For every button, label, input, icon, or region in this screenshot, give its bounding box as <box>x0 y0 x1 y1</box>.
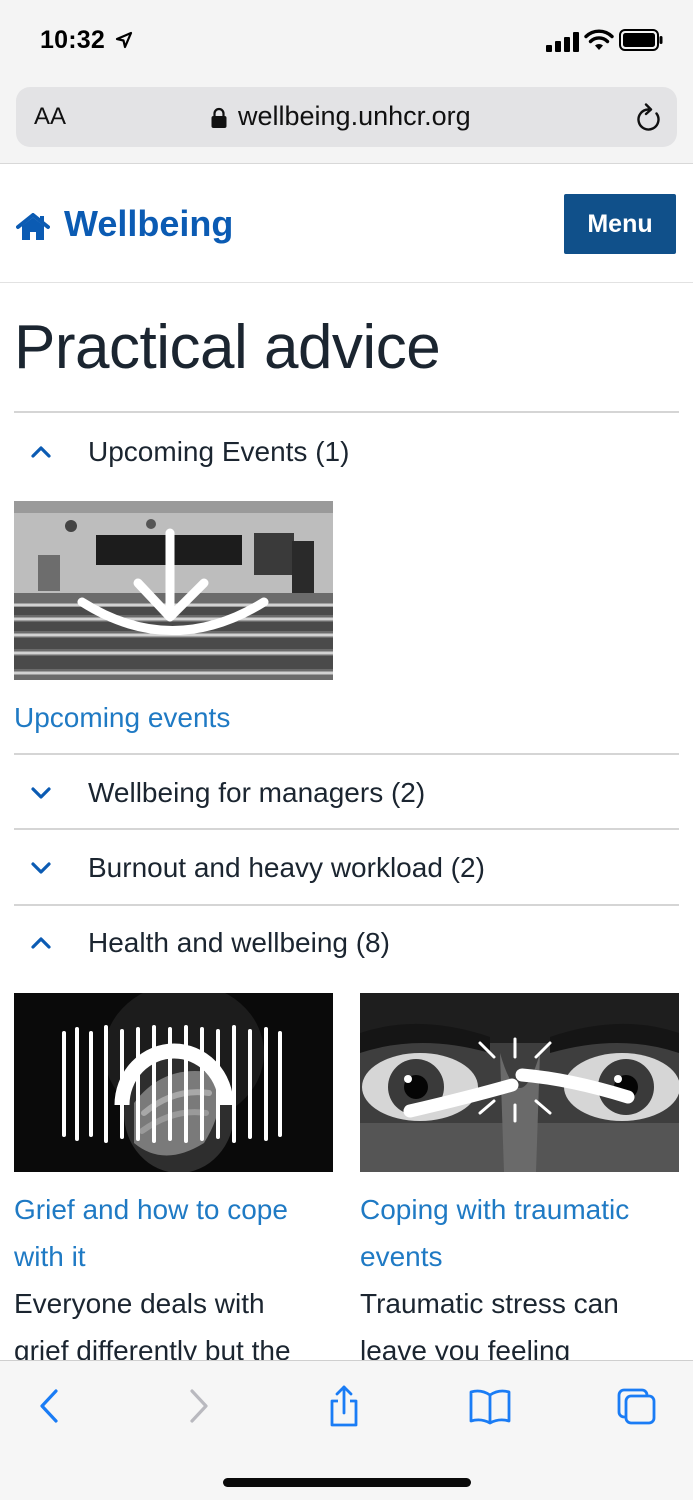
page-title: Practical advice <box>14 313 441 382</box>
grief-card-title-line1[interactable]: Grief and how to cope <box>14 1186 288 1233</box>
address-bar[interactable]: AA wellbeing.unhcr.org <box>16 87 677 147</box>
lecture-hall-image <box>14 501 333 680</box>
trauma-card-image[interactable] <box>360 993 679 1172</box>
grief-image <box>14 993 333 1172</box>
battery-icon <box>619 29 663 51</box>
browser-toolbar <box>0 1360 693 1500</box>
back-icon[interactable] <box>26 1385 72 1427</box>
grief-card-image[interactable] <box>14 993 333 1172</box>
status-time: 10:32 <box>40 26 105 54</box>
home-icon[interactable] <box>16 213 50 241</box>
divider <box>14 411 679 413</box>
home-indicator <box>223 1478 471 1487</box>
trauma-card-title-line2[interactable]: events <box>360 1233 443 1280</box>
section-toggle-health-and-wellbeing[interactable]: Health and wellbeing (8) <box>14 907 679 979</box>
section-label: Health and wellbeing (8) <box>88 927 390 958</box>
trauma-card-description-line1: Traumatic stress can <box>360 1288 619 1319</box>
divider <box>14 753 679 755</box>
location-arrow-icon <box>115 31 133 49</box>
grief-card-description-line1: Everyone deals with <box>14 1288 265 1319</box>
section-label: Wellbeing for managers (2) <box>88 777 426 808</box>
tabs-icon[interactable] <box>614 1385 660 1427</box>
text-size-button[interactable]: AA <box>34 103 66 131</box>
site-header: Wellbeing Menu <box>0 165 693 283</box>
lock-icon <box>211 107 227 128</box>
browser-address-area: AA wellbeing.unhcr.org <box>0 84 693 164</box>
upcoming-events-image[interactable] <box>14 501 333 680</box>
chevron-down-icon <box>31 862 51 874</box>
url-text[interactable]: wellbeing.unhcr.org <box>238 101 471 132</box>
forward-icon[interactable] <box>176 1385 222 1427</box>
section-toggle-wellbeing-for-managers[interactable]: Wellbeing for managers (2) <box>14 757 679 829</box>
bookmarks-icon[interactable] <box>467 1385 513 1427</box>
cellular-signal-icon <box>546 32 579 52</box>
trauma-card-title-line1[interactable]: Coping with traumatic <box>360 1186 629 1233</box>
divider <box>14 904 679 906</box>
divider <box>14 828 679 830</box>
status-bar: 10:32 <box>0 0 693 84</box>
eyes-image <box>360 993 679 1172</box>
share-icon[interactable] <box>321 1385 367 1427</box>
section-label: Burnout and heavy workload (2) <box>88 852 485 883</box>
chevron-down-icon <box>31 787 51 799</box>
section-label: Upcoming Events (1) <box>88 436 350 467</box>
wifi-icon <box>584 29 614 50</box>
site-title-link[interactable]: Wellbeing <box>64 203 233 245</box>
chevron-up-icon <box>31 937 51 949</box>
grief-card-title-line2[interactable]: with it <box>14 1233 86 1280</box>
chevron-up-icon <box>31 446 51 458</box>
reload-icon[interactable] <box>634 103 662 133</box>
menu-button[interactable]: Menu <box>564 194 676 254</box>
section-toggle-burnout-and-heavy-workload[interactable]: Burnout and heavy workload (2) <box>14 832 679 904</box>
section-toggle-upcoming-events[interactable]: Upcoming Events (1) <box>14 416 679 488</box>
upcoming-events-link[interactable]: Upcoming events <box>14 694 230 741</box>
